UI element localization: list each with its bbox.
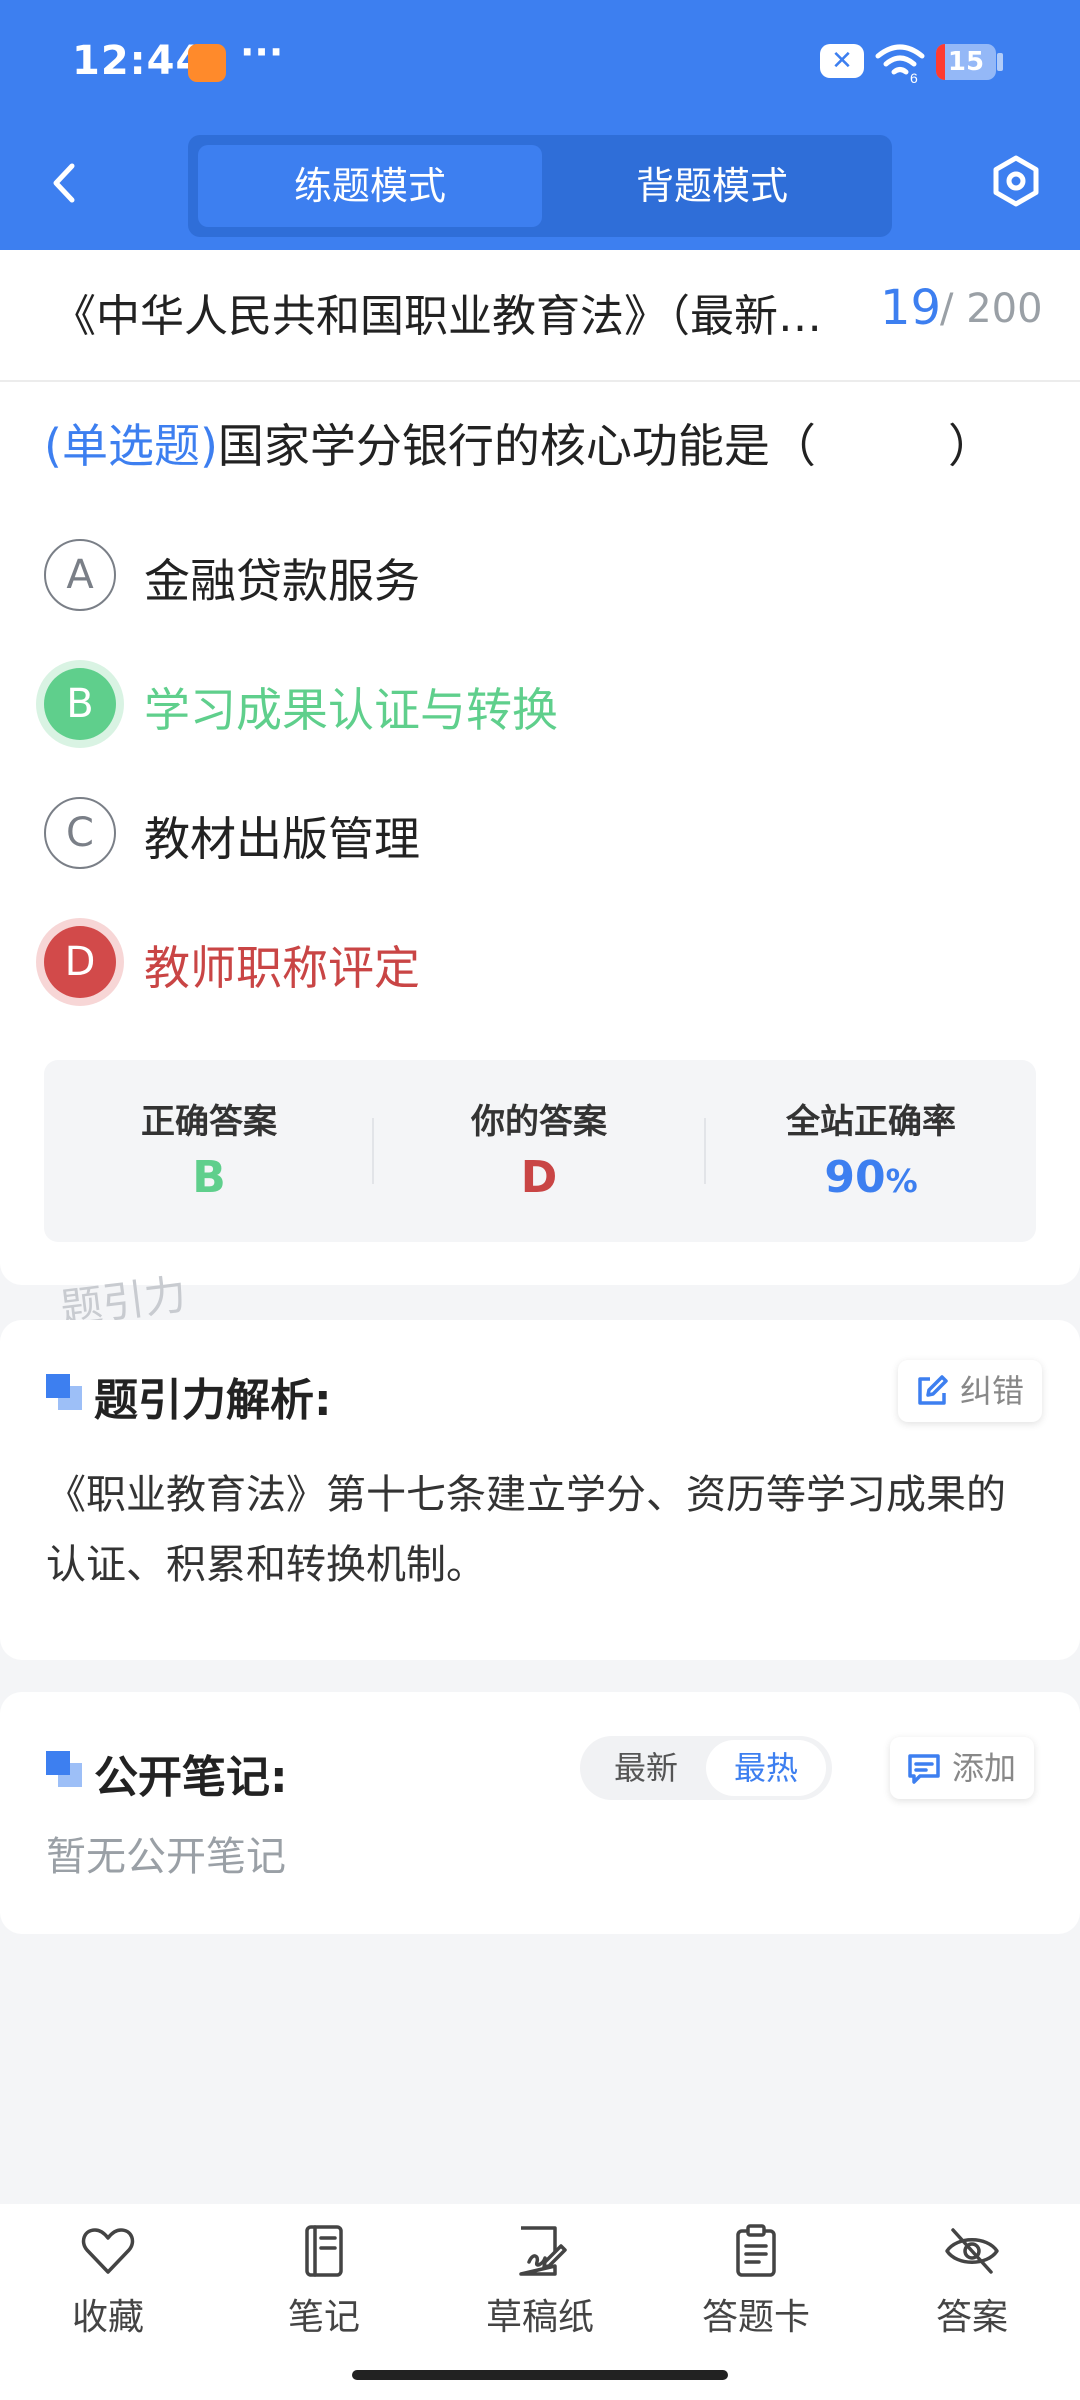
accuracy-unit: % — [885, 1162, 918, 1200]
report-error-label: 纠错 — [960, 1372, 1025, 1410]
report-error-button[interactable]: 纠错 — [898, 1360, 1043, 1422]
draft-icon — [519, 2226, 567, 2276]
home-indicator[interactable] — [352, 2370, 728, 2380]
your-answer-stat: 你的答案 D — [374, 1060, 704, 1242]
accuracy-stat: 全站正确率 90% — [706, 1060, 1036, 1242]
option-c[interactable]: C 教材出版管理 — [44, 793, 1024, 873]
public-notes-card — [0, 1692, 1080, 1934]
option-a[interactable]: A 金融贷款服务 — [44, 535, 1024, 615]
heart-icon — [81, 2228, 135, 2274]
app-header: 12:44 ··· ✕ 6 15 练题模式 背题模式 — [0, 0, 1080, 250]
notes-label: 笔记 — [287, 2297, 360, 2338]
draft-paper-label: 草稿纸 — [485, 2297, 594, 2338]
show-answer-button[interactable]: 答案 — [892, 2222, 1052, 2352]
question-stem: (单选题)国家学分银行的核心功能是（ — [44, 410, 816, 476]
answer-sheet-button[interactable]: 答题卡 — [676, 2222, 836, 2352]
wifi-label: 6 — [910, 70, 918, 84]
notes-sort-toggle: 最新 最热 — [580, 1736, 832, 1800]
notes-button[interactable]: 笔记 — [244, 2222, 404, 2352]
eye-off-icon — [945, 2228, 999, 2274]
exam-title: 《中华人民共和国职业教育法》（最新版） — [52, 291, 862, 342]
tab-memorize-mode[interactable]: 背题模式 — [540, 145, 884, 227]
favorite-label: 收藏 — [71, 2297, 144, 2338]
your-answer-label: 你的答案 — [471, 1102, 607, 1142]
status-bar: 12:44 ··· ✕ 6 15 — [0, 0, 1080, 125]
draft-paper-button[interactable]: 草稿纸 — [460, 2222, 620, 2352]
battery-text: 15 — [947, 47, 985, 77]
your-answer-value: D — [520, 1152, 558, 1203]
more-notifications-indicator: ··· — [240, 30, 284, 74]
accuracy-label: 全站正确率 — [786, 1102, 956, 1142]
battery-cap — [997, 53, 1003, 71]
question-type-label: (单选题) — [44, 419, 218, 473]
correct-answer-stat: 正确答案 B — [44, 1060, 374, 1242]
correct-answer-value: B — [192, 1152, 226, 1203]
answer-card-icon — [736, 2224, 776, 2277]
notes-title: 公开笔记: — [94, 1752, 288, 1803]
analysis-title: 题引力解析: — [94, 1375, 332, 1426]
tab-practice-mode[interactable]: 练题模式 — [198, 145, 542, 227]
battery-icon: 15 — [936, 44, 996, 80]
mute-icon: ✕ — [820, 44, 864, 78]
accuracy-value: 90% — [706, 1152, 1036, 1203]
add-note-label: 添加 — [952, 1749, 1017, 1787]
answer-sheet-label: 答题卡 — [701, 2297, 810, 2338]
option-a-text: 金融贷款服务 — [144, 554, 420, 608]
wifi-icon: 6 — [875, 44, 925, 84]
accuracy-number: 90 — [824, 1152, 886, 1203]
option-b-letter: B — [44, 668, 116, 740]
question-total-count: / 200 — [940, 286, 1043, 332]
comment-icon — [908, 1754, 940, 1784]
settings-icon[interactable] — [990, 155, 1042, 207]
sort-newest[interactable]: 最新 — [586, 1740, 706, 1796]
mode-switch: 练题模式 背题模式 — [188, 135, 892, 237]
option-a-letter: A — [44, 539, 116, 611]
header-divider — [0, 380, 1080, 382]
analysis-text: 《职业教育法》第十七条建立学分、资历等学习成果的认证、积累和转换机制。 — [46, 1472, 1006, 1588]
section-icon — [46, 1374, 82, 1410]
option-b[interactable]: B 学习成果认证与转换 — [44, 664, 1024, 744]
question-current-number[interactable]: 19 — [880, 280, 941, 336]
option-d[interactable]: D 教师职称评定 — [44, 922, 1024, 1002]
app-notification-icon — [188, 44, 226, 82]
section-icon — [46, 1751, 82, 1787]
answer-stats-panel: 正确答案 B 你的答案 D 全站正确率 90% — [44, 1060, 1036, 1242]
notebook-icon — [305, 2225, 343, 2277]
notes-empty-state: 暂无公开笔记 — [46, 1834, 286, 1880]
option-c-letter: C — [44, 797, 116, 869]
question-text: 国家学分银行的核心功能是（ — [217, 419, 816, 473]
option-d-text: 教师职称评定 — [144, 941, 420, 995]
sort-hottest[interactable]: 最热 — [706, 1740, 826, 1796]
show-answer-label: 答案 — [935, 2297, 1008, 2338]
option-b-text: 学习成果认证与转换 — [144, 683, 558, 737]
option-c-text: 教材出版管理 — [144, 812, 420, 866]
favorite-button[interactable]: 收藏 — [28, 2222, 188, 2352]
back-arrow-icon[interactable] — [40, 158, 90, 208]
correct-answer-label: 正确答案 — [141, 1102, 277, 1142]
edit-icon — [918, 1375, 948, 1405]
add-note-button[interactable]: 添加 — [890, 1737, 1035, 1799]
option-d-letter: D — [44, 926, 116, 998]
status-time: 12:44 — [72, 38, 205, 84]
question-stem-close: ） — [948, 419, 994, 473]
